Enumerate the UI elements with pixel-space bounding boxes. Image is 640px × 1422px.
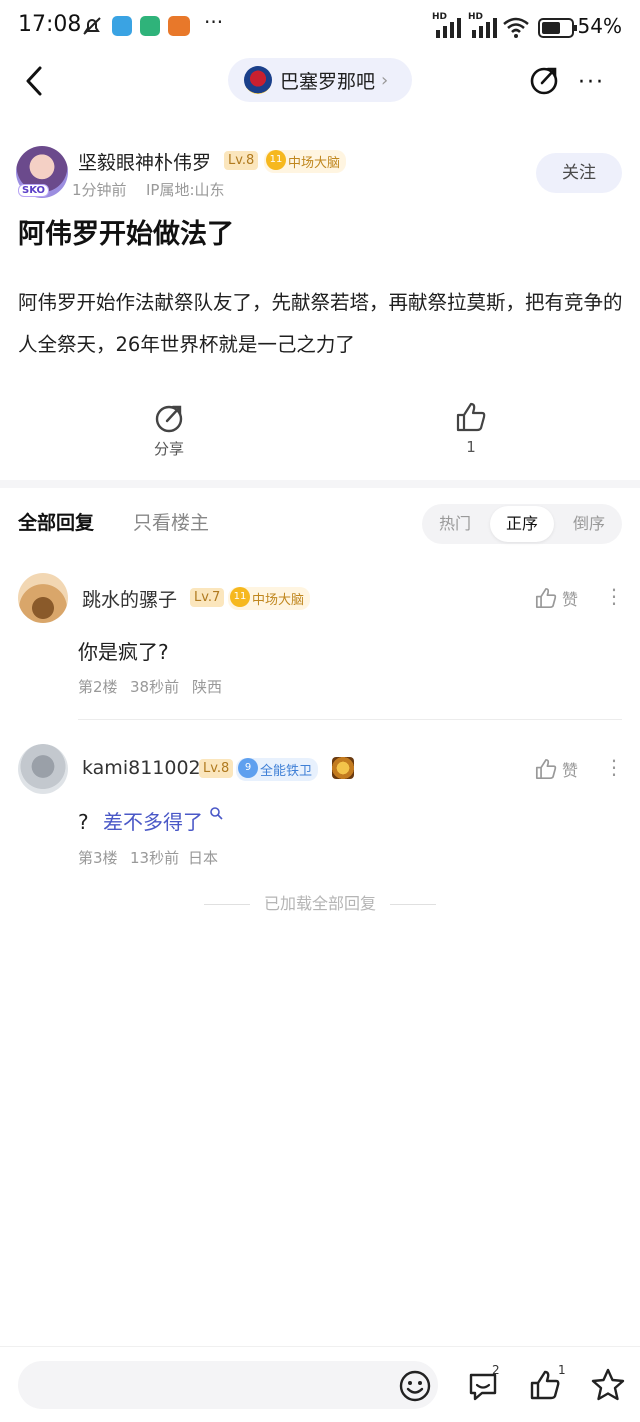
title-badge-label: 中场大脑 xyxy=(252,593,305,608)
thumbs-up-icon xyxy=(535,758,557,780)
like-count: 1 xyxy=(558,1363,566,1377)
comment-floor: 第2楼 xyxy=(78,678,118,696)
status-bar: 17:08 ··· HD HD 54% xyxy=(0,0,640,56)
signal-icon xyxy=(472,18,497,38)
comment-text: ? 差不多得了 xyxy=(78,806,223,835)
comment-text-prefix: ? xyxy=(78,810,89,834)
post-ip: IP属地:山东 xyxy=(146,181,225,199)
title-badge: 11 中场大脑 xyxy=(228,587,311,610)
title-badge-label: 全能铁卫 xyxy=(260,764,313,779)
tab-owner-only[interactable]: 只看楼主 xyxy=(133,508,209,535)
comment-like-button[interactable]: 赞 xyxy=(534,757,578,781)
comment-location: 日本 xyxy=(188,849,219,867)
divider-line xyxy=(203,904,250,905)
comment-count: 2 xyxy=(492,1363,500,1377)
battery-icon xyxy=(538,18,577,38)
mute-notification-icon xyxy=(83,17,101,35)
chevron-right-icon: › xyxy=(381,69,389,91)
title-badge: 9 全能铁卫 xyxy=(236,758,319,781)
share-icon[interactable] xyxy=(528,64,560,96)
top-nav: 巴塞罗那吧 › ··· xyxy=(0,56,640,106)
battery-percentage: 54% xyxy=(577,14,622,38)
emoji-icon[interactable] xyxy=(398,1369,432,1403)
app-notification-icon xyxy=(140,16,160,36)
post-body: 阿伟罗开始作法献祭队友了，先献祭若塔，再献祭拉莫斯，把有竞争的人全祭天，26年世… xyxy=(18,291,623,356)
like-count: 1 xyxy=(466,438,476,456)
loaded-all-text: 已加载全部回复 xyxy=(263,894,376,913)
comment-time: 38秒前 xyxy=(130,678,180,696)
level-badge: Lv.8 xyxy=(199,759,234,778)
title-badge: 11 中场大脑 xyxy=(264,150,347,173)
comment-like-button[interactable]: 赞 xyxy=(534,586,578,610)
post-title: 阿伟罗开始做法了 xyxy=(18,219,234,250)
comment-location: 陕西 xyxy=(192,678,223,696)
medal-icon: 11 xyxy=(266,150,286,170)
author-name[interactable]: 坚毅眼神朴伟罗 xyxy=(78,148,211,175)
like-label: 赞 xyxy=(562,761,579,780)
avatar-badge: SKO xyxy=(18,184,50,197)
sort-toggle: 热门 正序 倒序 xyxy=(422,504,622,544)
comment-time: 13秒前 xyxy=(130,849,180,867)
back-icon[interactable] xyxy=(20,64,50,98)
sort-hot[interactable]: 热门 xyxy=(426,504,484,544)
comment-text: 你是疯了? xyxy=(78,640,169,664)
level-badge: Lv.7 xyxy=(190,588,225,607)
medal-icon: 9 xyxy=(238,758,258,778)
title-badge-label: 中场大脑 xyxy=(288,156,341,171)
forum-name: 巴塞罗那吧 xyxy=(280,70,376,93)
tab-all-replies[interactable]: 全部回复 xyxy=(18,508,94,535)
thumbs-up-icon xyxy=(456,402,486,432)
like-label: 赞 xyxy=(562,590,579,609)
comment-avatar[interactable] xyxy=(18,573,68,623)
comment-divider xyxy=(78,719,622,720)
thumbs-up-icon xyxy=(535,587,557,609)
comment-floor: 第3楼 xyxy=(78,849,118,867)
bottom-bar: 2 1 xyxy=(0,1346,640,1422)
status-time: 17:08 xyxy=(18,12,82,37)
thumbs-up-icon[interactable] xyxy=(528,1367,562,1403)
app-notification-icon xyxy=(112,16,132,36)
star-icon[interactable] xyxy=(590,1367,626,1403)
more-notifications-icon: ··· xyxy=(204,10,224,34)
more-icon[interactable]: ··· xyxy=(578,70,605,95)
comment-avatar[interactable] xyxy=(18,744,68,794)
comment-author[interactable]: 跳水的骡子 xyxy=(82,585,177,612)
comment-author[interactable]: kami811002 xyxy=(82,757,201,779)
post-time: 1分钟前 xyxy=(72,181,127,199)
sort-asc[interactable]: 正序 xyxy=(490,506,554,542)
share-label: 分享 xyxy=(153,440,184,458)
share-action[interactable]: 分享 xyxy=(148,402,190,459)
divider-line xyxy=(390,904,436,905)
signal-icon xyxy=(436,18,461,38)
follow-button[interactable]: 关注 xyxy=(536,153,622,193)
search-icon[interactable] xyxy=(209,806,223,820)
loaded-all-notice: 已加载全部回复 xyxy=(0,890,640,914)
honor-badge-icon xyxy=(332,757,354,779)
app-notification-icon xyxy=(168,16,190,36)
like-action[interactable]: 1 xyxy=(452,400,490,456)
sort-desc[interactable]: 倒序 xyxy=(560,504,618,544)
comment-more-icon[interactable]: ⋮ xyxy=(604,584,624,608)
share-icon xyxy=(155,405,183,433)
forum-link[interactable]: 巴塞罗那吧 › xyxy=(228,58,412,102)
wifi-icon xyxy=(503,17,529,38)
comment-search-link[interactable]: 差不多得了 xyxy=(103,810,203,834)
level-badge: Lv.8 xyxy=(224,151,259,170)
comment-more-icon[interactable]: ⋮ xyxy=(604,755,624,779)
forum-logo-icon xyxy=(244,66,272,94)
reply-input[interactable] xyxy=(18,1361,438,1409)
section-divider xyxy=(0,480,640,488)
medal-icon: 11 xyxy=(230,587,250,607)
